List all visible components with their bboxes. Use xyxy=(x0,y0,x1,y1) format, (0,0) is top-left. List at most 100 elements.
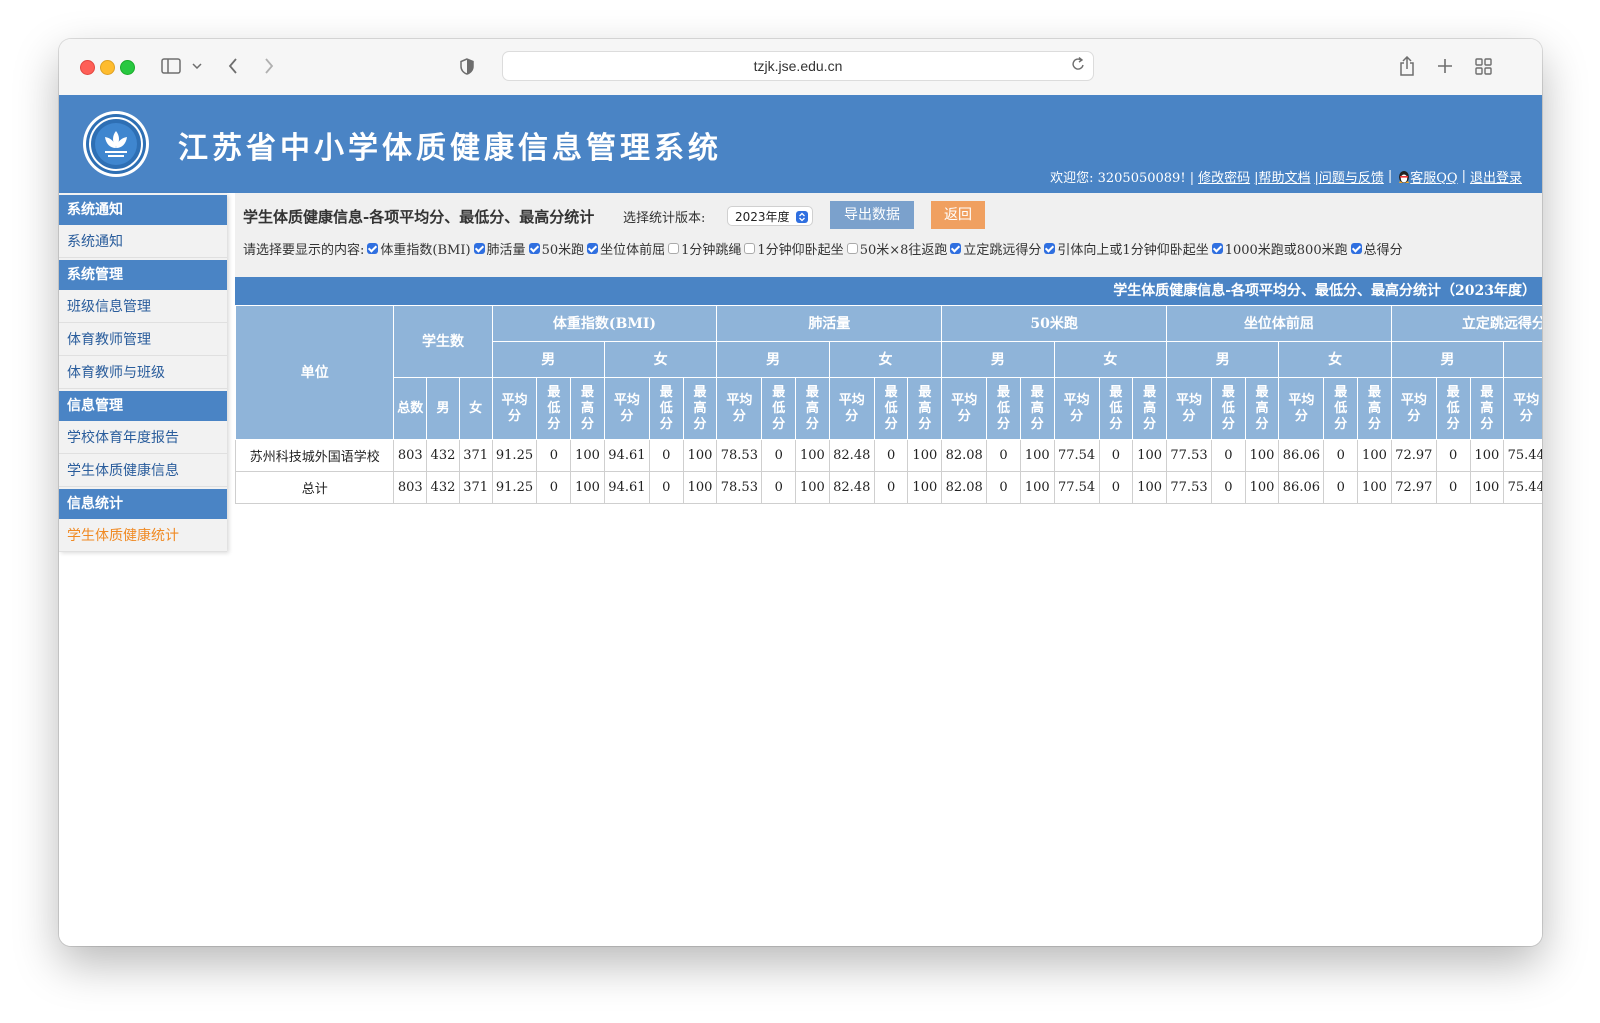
display-option-checkbox[interactable]: 立定跳远得分 xyxy=(947,239,1041,258)
checkbox-unchecked-icon[interactable] xyxy=(846,243,858,254)
stat-cell: 0 xyxy=(761,471,797,504)
tab-overview-icon[interactable] xyxy=(1473,53,1493,79)
logout-link[interactable]: 退出登录 xyxy=(1470,167,1522,186)
checkbox-checked-icon[interactable] xyxy=(367,243,379,254)
shield-icon[interactable] xyxy=(457,53,477,79)
web-page: 江苏省中小学体质健康信息管理系统 欢迎您: 3205050089! | 修改密码… xyxy=(59,95,1542,946)
change-password-link[interactable]: 修改密码 xyxy=(1198,167,1250,186)
count-sub-header: 女 xyxy=(458,377,493,440)
display-option-checkbox[interactable]: 坐位体前屈 xyxy=(584,239,665,258)
stat-cell: 100 xyxy=(1132,439,1168,472)
new-tab-icon[interactable] xyxy=(1435,53,1455,79)
chevron-down-icon[interactable] xyxy=(190,53,204,79)
stat-cell: 77.54 xyxy=(1053,439,1100,472)
close-window-button[interactable] xyxy=(80,60,95,75)
stat-header: 平均分 xyxy=(603,377,650,440)
sidebar-item-class-management[interactable]: 班级信息管理 xyxy=(59,292,227,323)
gender-header: 女 xyxy=(1278,341,1392,378)
stat-cell: 0 xyxy=(536,471,572,504)
sidebar-toggle-icon[interactable] xyxy=(159,53,183,79)
stat-cell: 75.44 xyxy=(1503,439,1542,472)
stat-header: 最低分 xyxy=(986,377,1021,440)
stat-cell: 100 xyxy=(1244,439,1280,472)
back-button[interactable]: 返回 xyxy=(931,201,985,229)
reload-icon[interactable] xyxy=(1071,56,1085,76)
checkbox-checked-icon[interactable] xyxy=(950,243,962,254)
sidebar-item-system-notice[interactable]: 系统通知 xyxy=(59,227,227,258)
sidebar-item-annual-report[interactable]: 学校体育年度报告 xyxy=(59,423,227,454)
address-bar[interactable]: tzjk.jse.edu.cn xyxy=(502,51,1094,81)
display-option-checkbox[interactable]: 引体向上或1分钟仰卧起坐 xyxy=(1041,239,1209,258)
checkbox-checked-icon[interactable] xyxy=(473,243,485,254)
display-option-label: 坐位体前屈 xyxy=(600,243,666,258)
display-option-checkbox[interactable]: 总得分 xyxy=(1348,239,1403,258)
stat-cell: 0 xyxy=(1435,439,1471,472)
sidebar-section-info-statistics[interactable]: 信息统计 xyxy=(59,489,227,519)
stat-cell: 100 xyxy=(1019,439,1055,472)
stat-header: 最高分 xyxy=(1357,377,1392,440)
version-select[interactable]: 2023年度 xyxy=(727,206,813,226)
count-cell: 371 xyxy=(458,471,493,504)
test-item-header: 立定跳远得分 xyxy=(1390,305,1542,342)
minimize-window-button[interactable] xyxy=(100,60,115,75)
stat-cell: 100 xyxy=(1469,439,1505,472)
checkbox-checked-icon[interactable] xyxy=(528,243,540,254)
stat-header: 最高分 xyxy=(1469,377,1505,440)
test-item-header: 坐位体前屈 xyxy=(1166,305,1392,342)
checkbox-checked-icon[interactable] xyxy=(1350,243,1362,254)
sidebar-section-system-management[interactable]: 系统管理 xyxy=(59,260,227,290)
checkbox-checked-icon[interactable] xyxy=(587,243,599,254)
sidebar-section-info-management[interactable]: 信息管理 xyxy=(59,391,227,421)
sidebar-item-student-health-stats[interactable]: 学生体质健康统计 xyxy=(59,521,227,552)
gender-header: 男 xyxy=(941,341,1055,378)
stat-cell: 100 xyxy=(1469,471,1505,504)
display-option-checkbox[interactable]: 50米跑 xyxy=(526,239,584,258)
display-option-checkbox[interactable]: 肺活量 xyxy=(471,239,526,258)
stat-cell: 100 xyxy=(795,439,830,472)
customer-qq-link[interactable]: 客服QQ xyxy=(1410,167,1457,186)
display-options-label: 请选择要显示的内容: xyxy=(243,243,365,258)
system-title: 江苏省中小学体质健康信息管理系统 xyxy=(178,131,722,166)
student-count-header: 学生数 xyxy=(393,305,493,378)
sidebar-item-teacher-management[interactable]: 体育教师管理 xyxy=(59,325,227,356)
count-sub-header: 男 xyxy=(426,377,460,440)
share-icon[interactable] xyxy=(1397,53,1417,79)
forward-arrow-icon[interactable] xyxy=(259,53,279,79)
stat-cell: 0 xyxy=(873,471,909,504)
display-option-label: 总得分 xyxy=(1363,243,1403,258)
stat-header: 最低分 xyxy=(648,377,684,440)
checkbox-unchecked-icon[interactable] xyxy=(744,243,756,254)
help-docs-link[interactable]: |帮助文档 xyxy=(1254,167,1310,186)
gender-header: 女 xyxy=(1503,341,1542,378)
display-option-checkbox[interactable]: 1分钟跳绳 xyxy=(665,239,741,258)
stat-header: 平均分 xyxy=(716,377,763,440)
site-logo xyxy=(83,111,149,177)
display-option-checkbox[interactable]: 50米×8往返跑 xyxy=(844,239,947,258)
welcome-text: 欢迎您: 3205050089! | xyxy=(1050,171,1195,186)
sidebar-item-student-health-info[interactable]: 学生体质健康信息 xyxy=(59,456,227,487)
display-option-checkbox[interactable]: 1分钟仰卧起坐 xyxy=(741,239,844,258)
option-list: 体重指数(BMI) 肺活量 50米跑 坐位体前屈 1分钟跳绳 1分钟仰卧起坐 50米×8往返… xyxy=(364,239,1403,258)
sidebar-item-teacher-class[interactable]: 体育教师与班级 xyxy=(59,358,227,389)
display-option-label: 肺活量 xyxy=(486,243,526,258)
export-data-button[interactable]: 导出数据 xyxy=(830,201,914,229)
stat-cell: 0 xyxy=(1098,471,1134,504)
sidebar-section-system-notice[interactable]: 系统通知 xyxy=(59,195,227,225)
gender-header: 男 xyxy=(716,341,830,378)
stat-header: 平均分 xyxy=(1278,377,1325,440)
checkbox-checked-icon[interactable] xyxy=(1211,243,1223,254)
checkbox-checked-icon[interactable] xyxy=(1044,243,1056,254)
stat-header: 平均分 xyxy=(491,377,538,440)
test-item-header: 体重指数(BMI) xyxy=(491,305,718,342)
display-option-checkbox[interactable]: 体重指数(BMI) xyxy=(364,239,471,258)
feedback-link[interactable]: |问题与反馈 xyxy=(1314,167,1383,186)
checkbox-unchecked-icon[interactable] xyxy=(668,243,680,254)
sidebar-menu: 系统通知 系统通知 系统管理 班级信息管理 体育教师管理 体育教师与班级 信息管… xyxy=(59,193,227,552)
count-cell: 803 xyxy=(393,471,428,504)
gender-header: 女 xyxy=(828,341,943,378)
stat-header: 最高分 xyxy=(907,377,943,440)
back-arrow-icon[interactable] xyxy=(223,53,243,79)
stat-cell: 0 xyxy=(1435,471,1471,504)
display-option-checkbox[interactable]: 1000米跑或800米跑 xyxy=(1209,239,1348,258)
zoom-window-button[interactable] xyxy=(120,60,135,75)
